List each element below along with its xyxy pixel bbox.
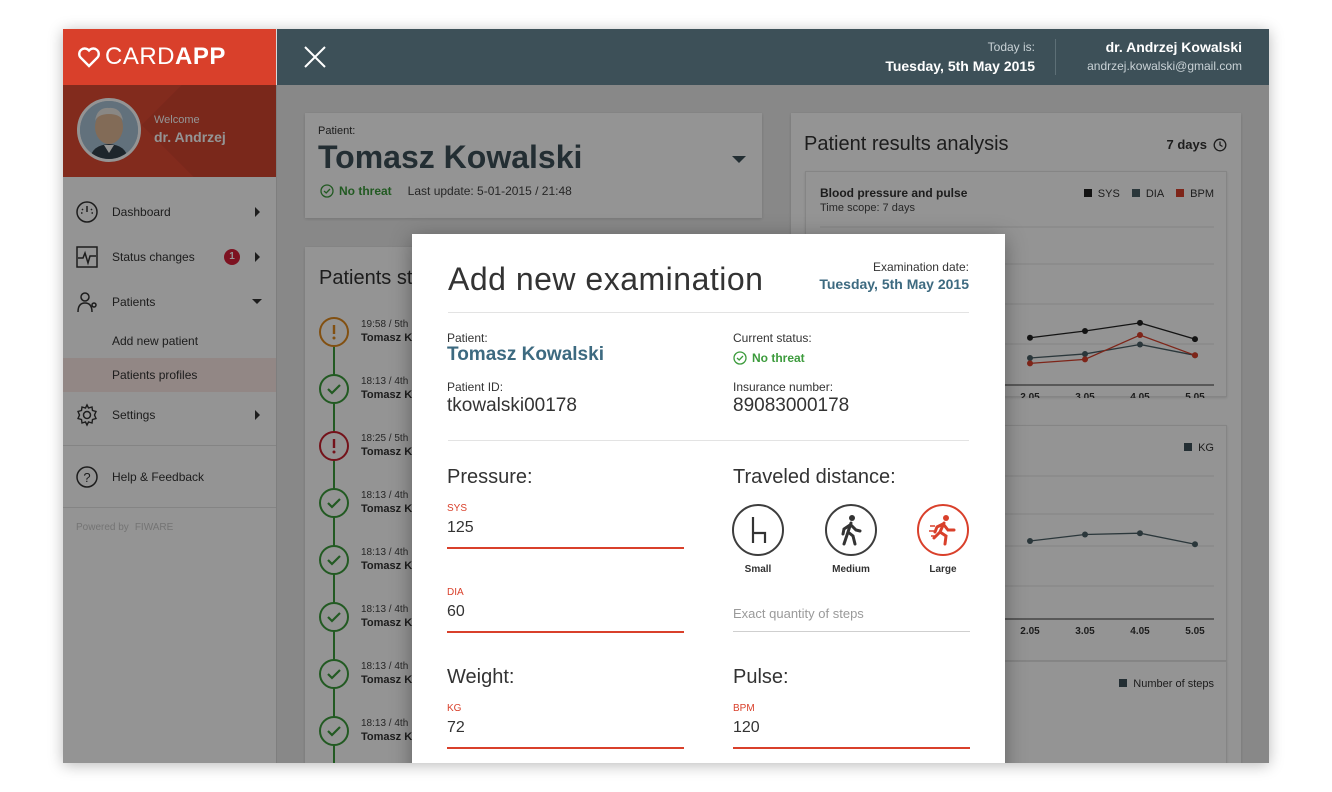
exam-date-label: Examination date: xyxy=(872,260,969,274)
check-circle-icon xyxy=(733,351,747,365)
dia-input[interactable]: 60 xyxy=(447,603,465,621)
sys-label: SYS xyxy=(447,503,468,514)
today-label: Today is: xyxy=(987,40,1035,54)
distance-large-button[interactable]: Large xyxy=(913,504,973,575)
sys-underline xyxy=(447,547,684,549)
distance-small-label: Small xyxy=(744,564,772,575)
modal-title: Add new examination xyxy=(448,261,764,297)
steps-input[interactable]: Exact quantity of steps xyxy=(733,606,864,621)
status-value: No threat xyxy=(733,351,805,365)
user-info[interactable]: dr. Andrzej Kowalski andrzej.kowalski@gm… xyxy=(1087,39,1242,73)
kg-label: KG xyxy=(447,703,462,714)
today-info: Today is: Tuesday, 5th May 2015 xyxy=(885,40,1035,74)
today-value: Tuesday, 5th May 2015 xyxy=(885,58,1035,74)
kg-input[interactable]: 72 xyxy=(447,719,465,737)
heart-icon xyxy=(78,47,100,68)
sys-input[interactable]: 125 xyxy=(447,519,474,537)
kg-underline xyxy=(447,747,684,749)
pressure-title: Pressure: xyxy=(447,466,533,488)
running-icon xyxy=(917,504,969,556)
add-examination-modal: Add new examination Examination date: Tu… xyxy=(412,234,1005,763)
pulse-title: Pulse: xyxy=(733,666,789,688)
dia-underline xyxy=(447,631,684,633)
patient-id-value: tkowalski00178 xyxy=(447,395,577,416)
close-icon[interactable] xyxy=(303,45,327,69)
dia-label: DIA xyxy=(447,587,464,598)
logo-text-bold: APP xyxy=(175,43,226,70)
steps-underline xyxy=(733,631,970,632)
patient-id-label: Patient ID: xyxy=(447,380,504,394)
distance-medium-label: Medium xyxy=(832,564,870,575)
status-label: Current status: xyxy=(733,331,812,345)
app-window: CARD APP Welcome dr. Andrzej Dashboard St… xyxy=(63,29,1269,763)
distance-medium-button[interactable]: Medium xyxy=(821,504,881,575)
walking-icon xyxy=(825,504,877,556)
weight-title: Weight: xyxy=(447,666,515,688)
bpm-label: BPM xyxy=(733,703,755,714)
status-text: No threat xyxy=(752,351,805,365)
header-divider xyxy=(1055,39,1056,75)
bpm-underline xyxy=(733,747,970,749)
bpm-input[interactable]: 120 xyxy=(733,719,760,737)
distance-small-button[interactable]: Small xyxy=(728,504,788,575)
chair-icon xyxy=(732,504,784,556)
patient-label: Patient: xyxy=(447,331,488,345)
patient-name: Tomasz Kowalski xyxy=(447,344,604,365)
distance-title: Traveled distance: xyxy=(733,466,896,488)
insurance-value: 89083000178 xyxy=(733,395,850,416)
user-name: dr. Andrzej Kowalski xyxy=(1105,39,1242,55)
top-header: Today is: Tuesday, 5th May 2015 dr. Andr… xyxy=(277,29,1269,85)
exam-date-value[interactable]: Tuesday, 5th May 2015 xyxy=(819,276,969,292)
insurance-label: Insurance number: xyxy=(733,380,834,394)
user-email: andrzej.kowalski@gmail.com xyxy=(1087,59,1242,73)
logo-text-light: CARD xyxy=(105,43,176,70)
divider xyxy=(448,312,969,313)
app-logo[interactable]: CARD APP xyxy=(63,29,276,85)
distance-large-label: Large xyxy=(929,564,957,575)
divider xyxy=(448,440,969,441)
